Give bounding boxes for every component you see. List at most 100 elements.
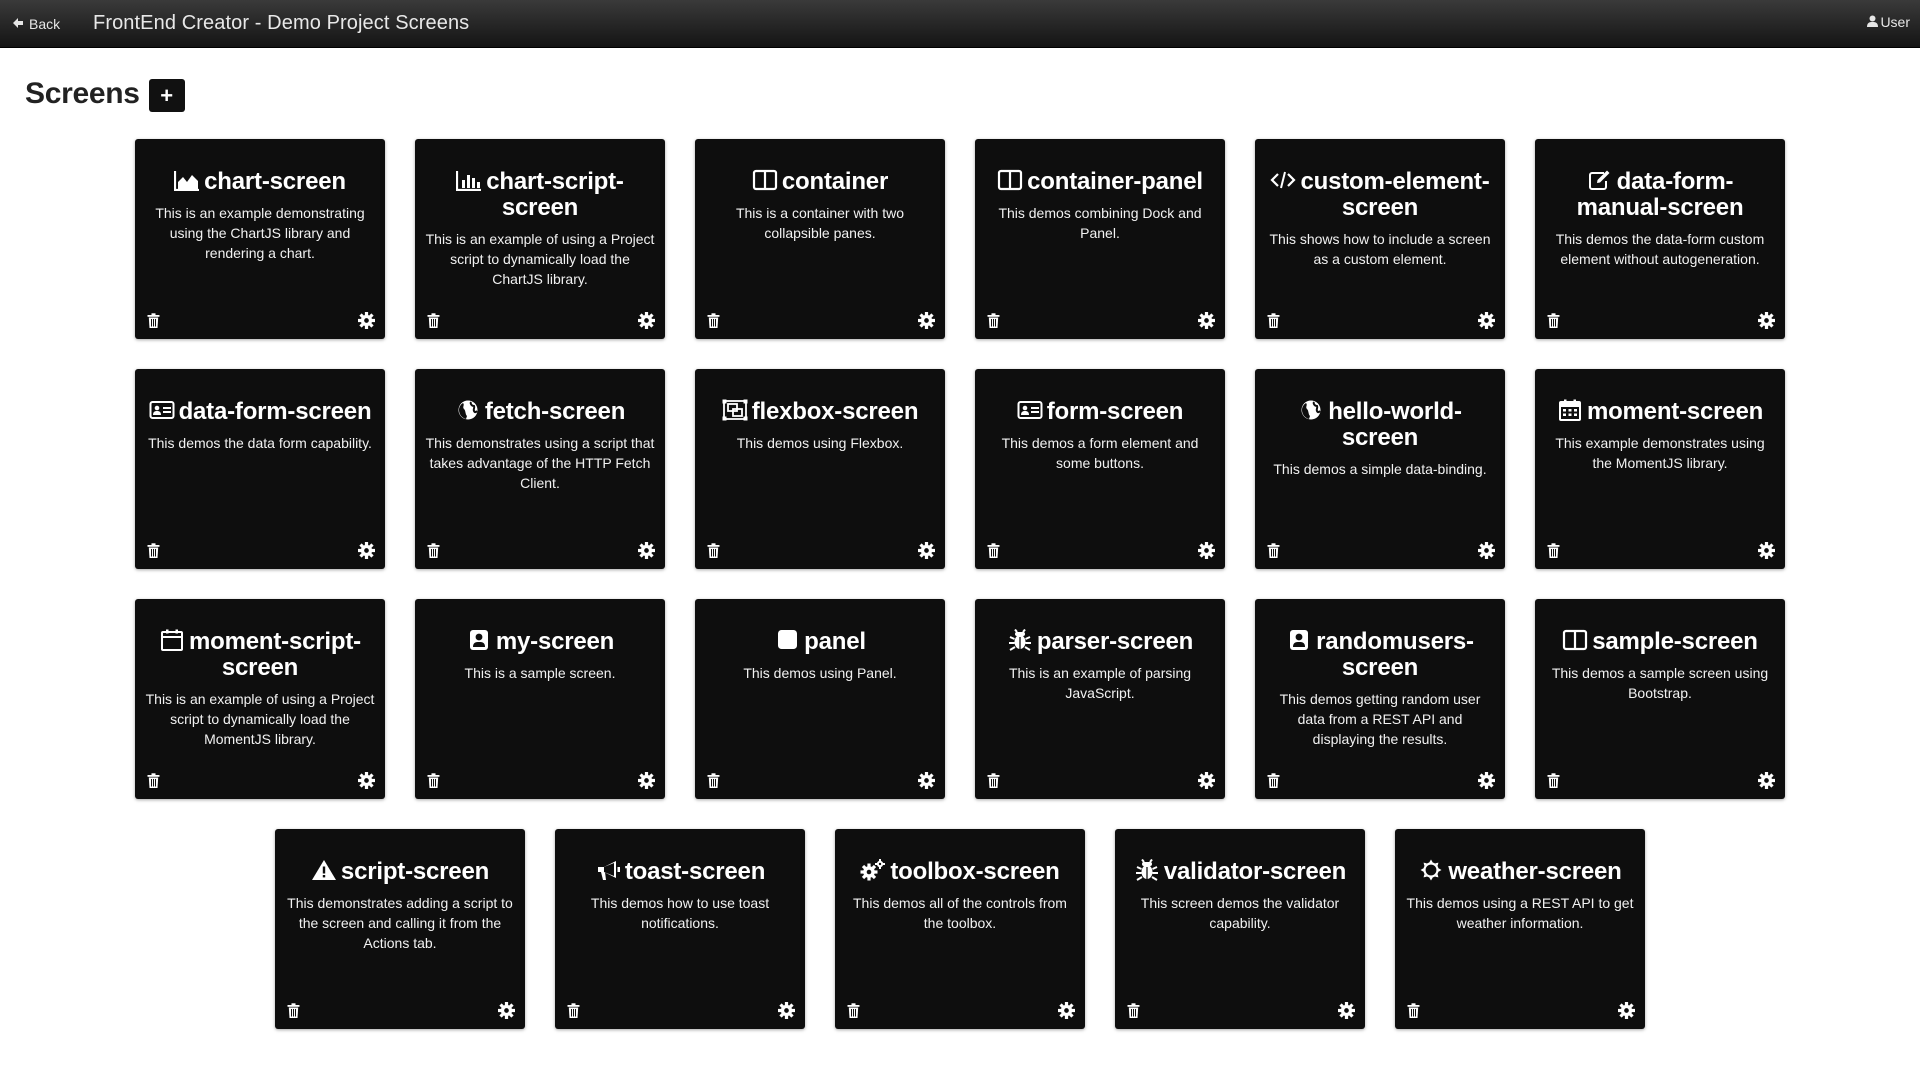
screen-card-toolbox-screen[interactable]: toolbox-screen This demos all of the cont… [835, 829, 1085, 1029]
gear-icon[interactable] [1198, 312, 1215, 329]
screen-card-description: This is an example demonstrating using t… [155, 205, 365, 261]
gear-icon[interactable] [918, 542, 935, 559]
trash-icon[interactable] [1407, 1003, 1420, 1018]
screen-card-sample-screen[interactable]: sample-screen This demos a sample screen … [1535, 599, 1785, 799]
screen-card-description: This screen demos the validator capabili… [1140, 895, 1340, 931]
screen-card-title: validator-screen [1125, 859, 1355, 885]
screen-card-moment-screen[interactable]: moment-screen This example demonstrates u… [1535, 369, 1785, 569]
gear-icon[interactable] [1618, 1002, 1635, 1019]
screen-card-name: my-screen [495, 628, 615, 655]
screen-card-data-form-manual-screen[interactable]: data-form-manual-screen This demos the da… [1535, 139, 1785, 339]
screen-card-title: data-form-screen [145, 399, 375, 425]
screen-card-description: This is an example of using a Project sc… [145, 691, 375, 747]
screen-card-chart-script-screen[interactable]: chart-script-screen This is an example of… [415, 139, 665, 339]
gear-icon[interactable] [358, 312, 375, 329]
screen-card-name: parser-screen [1036, 628, 1194, 655]
trash-icon[interactable] [847, 1003, 860, 1018]
gear-icon[interactable] [1758, 772, 1775, 789]
trash-icon[interactable] [147, 543, 160, 558]
page-title: Screens [25, 77, 140, 110]
trash-icon[interactable] [1127, 1003, 1140, 1018]
screen-card-container-panel[interactable]: container-panel This demos combining Dock… [975, 139, 1225, 339]
trash-icon[interactable] [707, 313, 720, 328]
back-label: Back [29, 16, 61, 32]
screen-card-description: This demos using Panel. [743, 665, 897, 681]
id-card-icon [1017, 399, 1043, 421]
trash-icon[interactable] [1267, 773, 1280, 788]
user-square-icon [466, 629, 492, 651]
screen-card-data-form-screen[interactable]: data-form-screen This demos the data form… [135, 369, 385, 569]
add-screen-button[interactable]: + [148, 79, 185, 112]
screen-card-validator-screen[interactable]: validator-screen This screen demos the va… [1115, 829, 1365, 1029]
screen-card-moment-script-screen[interactable]: moment-script-screen This is an example o… [135, 599, 385, 799]
trash-icon[interactable] [1547, 313, 1560, 328]
page-heading: Screens + [25, 76, 185, 112]
screen-card-title: moment-screen [1545, 399, 1775, 425]
gear-icon[interactable] [1338, 1002, 1355, 1019]
bug-icon [1007, 628, 1033, 651]
gear-icon[interactable] [918, 772, 935, 789]
screen-card-custom-element-screen[interactable]: custom-element-screen This shows how to i… [1255, 139, 1505, 339]
screen-card-script-screen[interactable]: script-screen This demonstrates adding a … [275, 829, 525, 1029]
screen-card-name: toolbox-screen [890, 858, 1060, 885]
trash-icon[interactable] [987, 313, 1000, 328]
screen-card-parser-screen[interactable]: parser-screen This is an example of parsi… [975, 599, 1225, 799]
gear-icon[interactable] [1758, 312, 1775, 329]
screen-card-description: This demos a sample screen using Bootstr… [1551, 665, 1769, 701]
gear-icon[interactable] [1758, 542, 1775, 559]
screen-card-fetch-screen[interactable]: fetch-screen This demonstrates using a sc… [415, 369, 665, 569]
screen-card-description: This demos how to use toast notification… [590, 895, 770, 931]
gear-icon[interactable] [1058, 1002, 1075, 1019]
trash-icon[interactable] [707, 543, 720, 558]
trash-icon[interactable] [287, 1003, 300, 1018]
trash-icon[interactable] [987, 773, 1000, 788]
back-button[interactable]: Back [12, 14, 60, 34]
screen-card-toast-screen[interactable]: toast-screen This demos how to use toast … [555, 829, 805, 1029]
screen-card-flexbox-screen[interactable]: flexbox-screen This demos using Flexbox. [695, 369, 945, 569]
gear-icon[interactable] [1478, 772, 1495, 789]
screen-card-weather-screen[interactable]: weather-screen This demos using a REST AP… [1395, 829, 1645, 1029]
screen-card-title: flexbox-screen [705, 399, 935, 425]
screen-card-description: This demos using a REST API to get weath… [1406, 895, 1634, 931]
trash-icon[interactable] [987, 543, 1000, 558]
trash-icon[interactable] [1547, 773, 1560, 788]
screen-card-panel[interactable]: panel This demos using Panel. [695, 599, 945, 799]
screen-card-randomusers-screen[interactable]: randomusers-screen This demos getting ran… [1255, 599, 1505, 799]
gear-icon[interactable] [638, 772, 655, 789]
bug-icon [1134, 858, 1160, 881]
screen-card-title: moment-script-screen [145, 629, 375, 681]
screen-card-hello-world-screen[interactable]: hello-world-screen This demos a simple da… [1255, 369, 1505, 569]
trash-icon[interactable] [427, 313, 440, 328]
trash-icon[interactable] [707, 773, 720, 788]
screen-card-form-screen[interactable]: form-screen This demos a form element and… [975, 369, 1225, 569]
gear-icon[interactable] [638, 312, 655, 329]
trash-icon[interactable] [1547, 543, 1560, 558]
screen-card-container[interactable]: container This is a container with two co… [695, 139, 945, 339]
gear-icon[interactable] [1198, 542, 1215, 559]
trash-icon[interactable] [1267, 543, 1280, 558]
columns-icon [997, 169, 1023, 191]
screen-card-name: data-form-screen [178, 398, 372, 425]
trash-icon[interactable] [567, 1003, 580, 1018]
trash-icon[interactable] [147, 773, 160, 788]
trash-icon[interactable] [427, 543, 440, 558]
screen-card-chart-screen[interactable]: chart-screen This is an example demonstra… [135, 139, 385, 339]
gear-icon[interactable] [358, 542, 375, 559]
gear-icon[interactable] [1478, 312, 1495, 329]
gear-icon[interactable] [918, 312, 935, 329]
gear-icon[interactable] [1478, 542, 1495, 559]
sun-icon [1418, 859, 1444, 881]
screen-card-title: toolbox-screen [845, 859, 1075, 885]
user-menu[interactable]: User [1867, 14, 1910, 30]
trash-icon[interactable] [147, 313, 160, 328]
gear-icon[interactable] [498, 1002, 515, 1019]
gear-icon[interactable] [638, 542, 655, 559]
gear-icon[interactable] [778, 1002, 795, 1019]
trash-icon[interactable] [427, 773, 440, 788]
screen-card-title: data-form-manual-screen [1545, 169, 1775, 221]
gear-icon[interactable] [358, 772, 375, 789]
app-title: FrontEnd Creator - Demo Project Screens [93, 12, 470, 34]
gear-icon[interactable] [1198, 772, 1215, 789]
screen-card-my-screen[interactable]: my-screen This is a sample screen. [415, 599, 665, 799]
trash-icon[interactable] [1267, 313, 1280, 328]
